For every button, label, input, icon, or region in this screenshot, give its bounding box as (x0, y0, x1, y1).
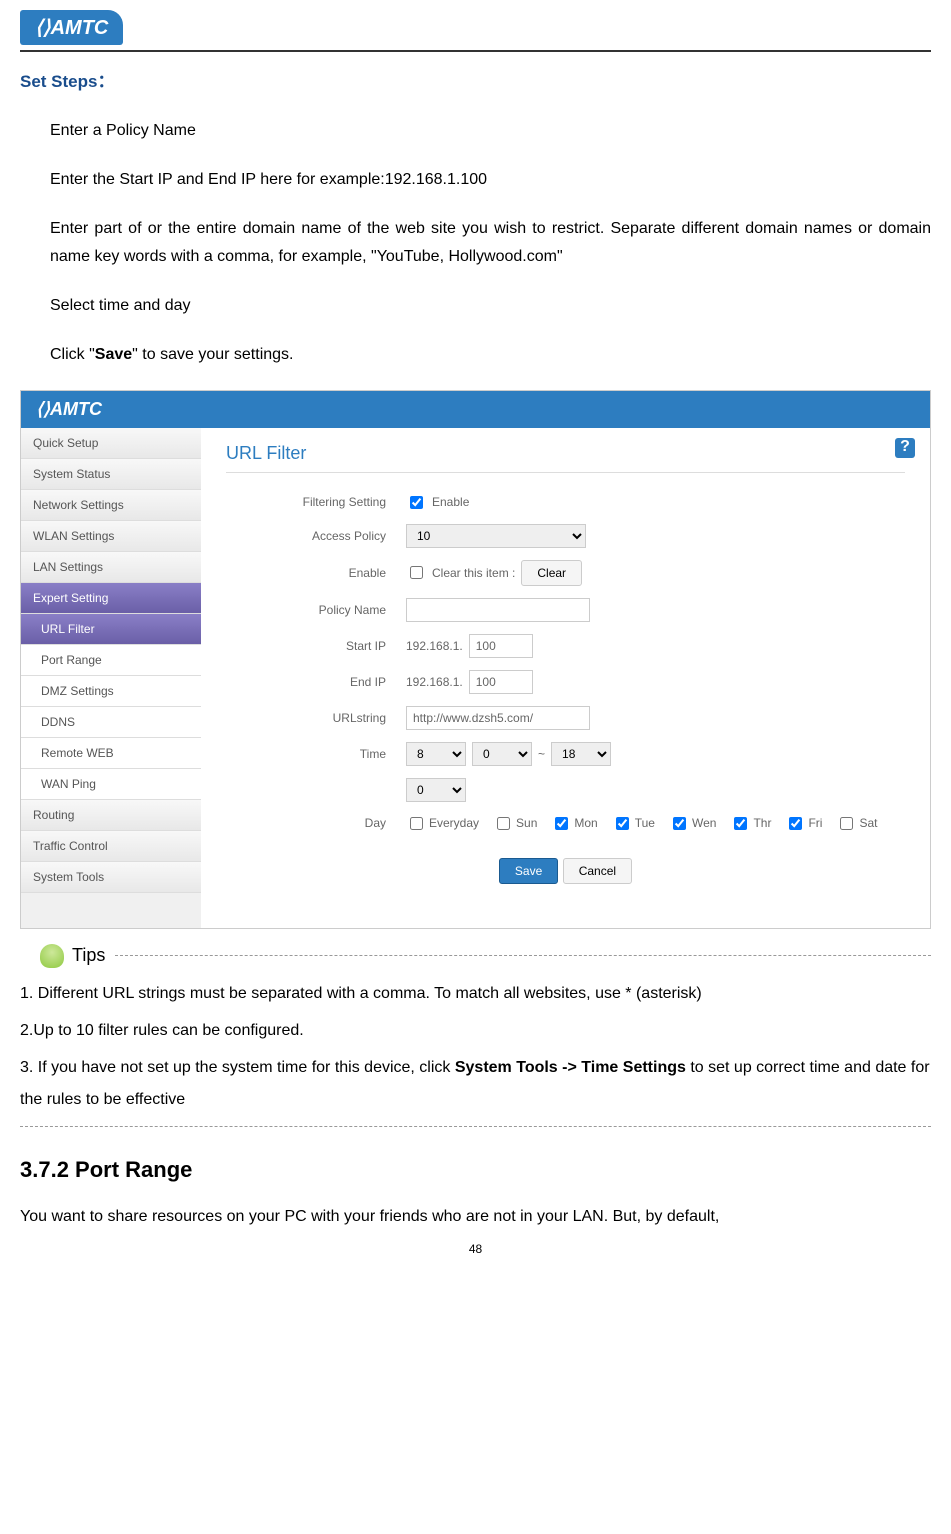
step-text: " to save your settings. (132, 346, 293, 363)
day-label-text: Wen (692, 816, 716, 830)
sidebar-item-system-tools[interactable]: System Tools (21, 862, 201, 893)
day-checkbox-sat[interactable]: Sat (836, 814, 877, 833)
time-min-end-select[interactable]: 0 (406, 778, 466, 802)
day-checkbox-sun[interactable]: Sun (493, 814, 537, 833)
time-min-start-select[interactable]: 0 (472, 742, 532, 766)
days-container: Everyday Sun Mon Tue Wen Thr Fri Sat (406, 814, 905, 833)
day-checkbox-thr[interactable]: Thr (730, 814, 771, 833)
sidebar-item-wan-ping[interactable]: WAN Ping (21, 769, 201, 800)
sidebar-item-expert-setting[interactable]: Expert Setting (21, 583, 201, 614)
section-title: Set Steps： (20, 67, 931, 92)
sidebar-item-port-range[interactable]: Port Range (21, 645, 201, 676)
access-policy-label: Access Policy (226, 529, 406, 543)
day-checkbox-input[interactable] (616, 817, 629, 830)
time-hour-start-select[interactable]: 8 (406, 742, 466, 766)
day-checkbox-input[interactable] (734, 817, 747, 830)
time-hour-end-select[interactable]: 18 (551, 742, 611, 766)
clear-item-text: Clear this item : (432, 566, 515, 580)
day-label-text: Fri (808, 816, 822, 830)
tip-text: 2.Up to 10 filter rules can be configure… (20, 1015, 931, 1047)
sidebar: Quick Setup System Status Network Settin… (21, 428, 201, 928)
end-ip-input[interactable] (469, 670, 533, 694)
main-panel: ? URL Filter Filtering Setting Enable Ac… (201, 428, 930, 928)
ip-prefix: 192.168.1. (406, 675, 463, 689)
clear-button[interactable]: Clear (521, 560, 582, 586)
cancel-button[interactable]: Cancel (563, 858, 632, 884)
help-icon[interactable]: ? (895, 438, 915, 458)
step-item: Click "Save" to save your settings. (50, 331, 931, 380)
step-item: Enter a Policy Name (50, 107, 931, 156)
tip-text: 1. Different URL strings must be separat… (20, 978, 931, 1010)
day-checkbox-input[interactable] (789, 817, 802, 830)
day-label-text: Tue (635, 816, 655, 830)
day-label-text: Sat (859, 816, 877, 830)
url-string-input[interactable] (406, 706, 590, 730)
access-policy-select[interactable]: 10 (406, 524, 586, 548)
day-label-text: Sun (516, 816, 537, 830)
day-label: Day (226, 816, 406, 830)
tip-bold: System Tools -> Time Settings (455, 1059, 686, 1076)
sidebar-item-dmz-settings[interactable]: DMZ Settings (21, 676, 201, 707)
enable-text: Enable (432, 495, 469, 509)
dashed-line-full (20, 1126, 931, 1127)
day-checkbox-input[interactable] (410, 817, 423, 830)
router-ui-screenshot: ⟨⟩AMTC Quick Setup System Status Network… (20, 390, 931, 929)
step-item: Enter the Start IP and End IP here for e… (50, 156, 931, 205)
save-button[interactable]: Save (499, 858, 558, 884)
url-string-label: URLstring (226, 711, 406, 725)
day-checkbox-everyday[interactable]: Everyday (406, 814, 479, 833)
step-item: Select time and day (50, 282, 931, 331)
day-checkbox-wen[interactable]: Wen (669, 814, 716, 833)
filtering-setting-label: Filtering Setting (226, 495, 406, 509)
day-label-text: Mon (574, 816, 597, 830)
day-label-text: Thr (753, 816, 771, 830)
start-ip-label: Start IP (226, 639, 406, 653)
enable-label: Enable (226, 566, 406, 580)
subsection-title: 3.7.2 Port Range (20, 1157, 931, 1183)
day-checkbox-input[interactable] (497, 817, 510, 830)
tip-text-part: 3. If you have not set up the system tim… (20, 1059, 455, 1076)
sidebar-item-url-filter[interactable]: URL Filter (21, 614, 201, 645)
sidebar-item-routing[interactable]: Routing (21, 800, 201, 831)
step-text: Click " (50, 346, 95, 363)
day-checkbox-input[interactable] (673, 817, 686, 830)
tips-header: Tips (40, 944, 931, 968)
sidebar-item-traffic-control[interactable]: Traffic Control (21, 831, 201, 862)
sidebar-item-lan-settings[interactable]: LAN Settings (21, 552, 201, 583)
screenshot-header: ⟨⟩AMTC (21, 391, 930, 428)
sidebar-item-ddns[interactable]: DDNS (21, 707, 201, 738)
day-checkbox-tue[interactable]: Tue (612, 814, 655, 833)
tip-text: 3. If you have not set up the system tim… (20, 1052, 931, 1116)
sidebar-item-system-status[interactable]: System Status (21, 459, 201, 490)
sidebar-item-quick-setup[interactable]: Quick Setup (21, 428, 201, 459)
day-checkbox-input[interactable] (555, 817, 568, 830)
step-item: Enter part of or the entire domain name … (50, 205, 931, 283)
day-checkbox-fri[interactable]: Fri (785, 814, 822, 833)
time-label: Time (226, 747, 406, 761)
time-separator: ~ (538, 747, 545, 761)
filtering-enable-checkbox[interactable] (410, 496, 423, 509)
ip-prefix: 192.168.1. (406, 639, 463, 653)
page-header: ⟨⟩AMTC (20, 10, 931, 52)
policy-name-label: Policy Name (226, 603, 406, 617)
dashed-line (115, 955, 931, 956)
day-checkbox-input[interactable] (840, 817, 853, 830)
sidebar-item-network-settings[interactable]: Network Settings (21, 490, 201, 521)
lightbulb-icon (40, 944, 64, 968)
steps-list: Enter a Policy Name Enter the Start IP a… (20, 107, 931, 380)
end-ip-label: End IP (226, 675, 406, 689)
panel-title: URL Filter (226, 443, 905, 473)
page-number: 48 (20, 1242, 931, 1256)
step-bold: Save (95, 346, 132, 363)
policy-name-input[interactable] (406, 598, 590, 622)
day-label-text: Everyday (429, 816, 479, 830)
body-paragraph: You want to share resources on your PC w… (20, 1203, 931, 1232)
brand-logo: ⟨⟩AMTC (20, 10, 123, 45)
tips-label: Tips (72, 945, 105, 966)
sidebar-item-wlan-settings[interactable]: WLAN Settings (21, 521, 201, 552)
clear-item-checkbox[interactable] (410, 566, 423, 579)
start-ip-input[interactable] (469, 634, 533, 658)
day-checkbox-mon[interactable]: Mon (551, 814, 597, 833)
sidebar-item-remote-web[interactable]: Remote WEB (21, 738, 201, 769)
